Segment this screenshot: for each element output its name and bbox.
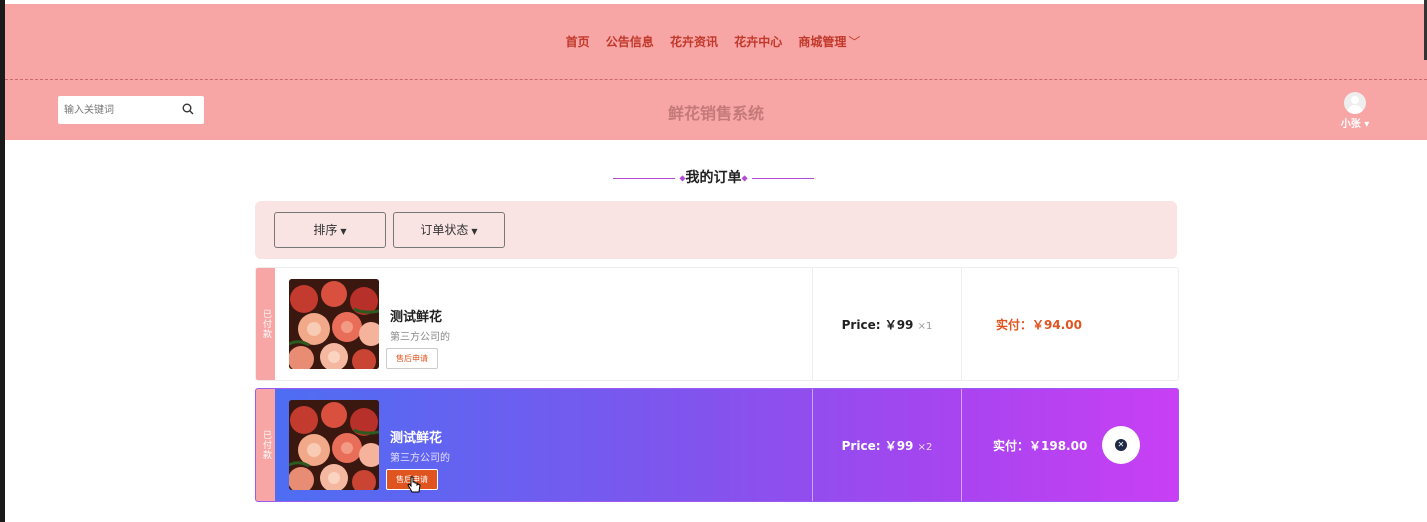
column-divider (961, 268, 962, 380)
order-status-badge: 已付款 (256, 268, 275, 380)
product-image[interactable] (289, 279, 379, 369)
order-status-button[interactable]: 订单状态 ▼ (393, 212, 505, 248)
nav-menu: 首页 公告信息 花卉资讯 花卉中心 商城管理 ﹀ (5, 33, 1427, 50)
title-line-right (751, 177, 814, 179)
order-status-label: 订单状态 (420, 223, 469, 237)
user-menu[interactable]: 小张 ▾ (1335, 92, 1375, 130)
unit-price: Price: ￥99 (841, 439, 914, 453)
order-status-text: 已付款 (261, 430, 271, 460)
page-title-row: ◆我的订单◆ (0, 167, 1427, 187)
nav-item-home[interactable]: 首页 (566, 35, 590, 49)
top-navigation: 首页 公告信息 花卉资讯 花卉中心 商城管理 ﹀ (5, 4, 1427, 80)
caret-down-icon: ▼ (340, 227, 347, 236)
user-name: 小张 (1340, 119, 1361, 130)
product-name[interactable]: 测试鲜花 (390, 306, 442, 325)
avatar[interactable] (1344, 92, 1366, 114)
nav-item-mall-label: 商城管理 (798, 35, 847, 49)
paid-amount: 实付：￥198.00 (993, 439, 1088, 453)
caret-down-icon: ▼ (471, 227, 478, 236)
close-icon: ✕ (1115, 439, 1127, 451)
sort-button[interactable]: 排序 ▼ (274, 212, 386, 248)
price-cell: Price: ￥99 ×1 (813, 316, 961, 333)
page-title: 我的订单 (685, 170, 742, 186)
site-header: 鲜花销售系统 小张 ▾ (5, 80, 1427, 140)
order-card[interactable]: 已付款 测试鲜花 第三方公司的 售后申请 Price: ￥99 ×2 实付：￥1… (255, 388, 1179, 502)
paid-amount: 实付：￥94.00 (996, 318, 1082, 332)
user-name-row: 小张 ▾ (1335, 115, 1375, 130)
seller-name: 第三方公司的 (390, 453, 450, 464)
quantity: ×1 (917, 321, 933, 332)
nav-item-flower-center[interactable]: 花卉中心 (734, 35, 782, 49)
sort-label: 排序 (313, 223, 338, 237)
nav-item-mall-management[interactable]: 商城管理 ﹀ (798, 35, 866, 49)
product-image[interactable] (289, 400, 379, 490)
after-sale-button[interactable]: 售后申请 (386, 348, 438, 369)
order-status-text: 已付款 (261, 309, 271, 339)
product-name[interactable]: 测试鲜花 (390, 427, 442, 446)
roses-image (289, 400, 379, 490)
user-caret-icon: ▾ (1364, 119, 1370, 130)
order-card[interactable]: 已付款 测试鲜花 第三方公司的 售后申请 Price: ￥99 ×1 实付：￥9… (255, 267, 1179, 381)
nav-item-notices[interactable]: 公告信息 (606, 35, 654, 49)
diamond-icon: ◆ (741, 173, 748, 183)
unit-price: Price: ￥99 (841, 318, 914, 332)
chevron-down-icon: ﹀ (848, 35, 861, 49)
price-cell: Price: ￥99 ×2 (813, 437, 961, 454)
site-title: 鲜花销售系统 (667, 104, 764, 123)
order-status-badge: 已付款 (256, 389, 275, 501)
delete-order-button[interactable]: ✕ (1102, 426, 1140, 464)
column-divider (961, 389, 962, 501)
title-line-left (613, 177, 676, 179)
filter-bar: 排序 ▼ 订单状态 ▼ (255, 201, 1177, 259)
quantity: ×2 (917, 442, 933, 453)
hand-cursor-icon (407, 476, 421, 493)
seller-name: 第三方公司的 (390, 332, 450, 343)
roses-image (289, 279, 379, 369)
nav-item-flower-news[interactable]: 花卉资讯 (670, 35, 718, 49)
